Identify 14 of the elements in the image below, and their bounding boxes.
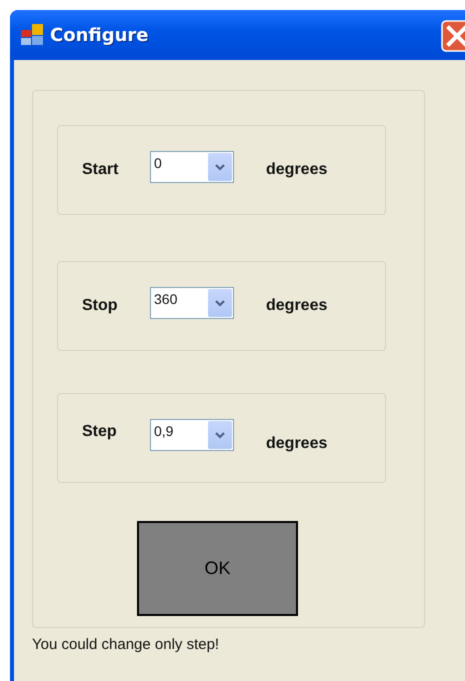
value-dropdown[interactable]: 0 [150,151,234,183]
value-dropdown[interactable]: 360 [150,287,234,319]
field-label: Stop [81,297,119,315]
ok-button[interactable]: OK [137,521,298,616]
field-label: Start [81,161,120,179]
close-icon[interactable] [441,20,465,52]
unit-label: degrees [266,161,328,179]
value-dropdown[interactable]: 0,9 [150,419,234,451]
unit-label: degrees [266,297,328,315]
app-icon [20,23,44,47]
status-text: You could change only step! [32,636,220,653]
window-title: Configure [50,24,149,46]
field-label: Step [81,423,118,441]
unit-label: degrees [266,435,328,453]
